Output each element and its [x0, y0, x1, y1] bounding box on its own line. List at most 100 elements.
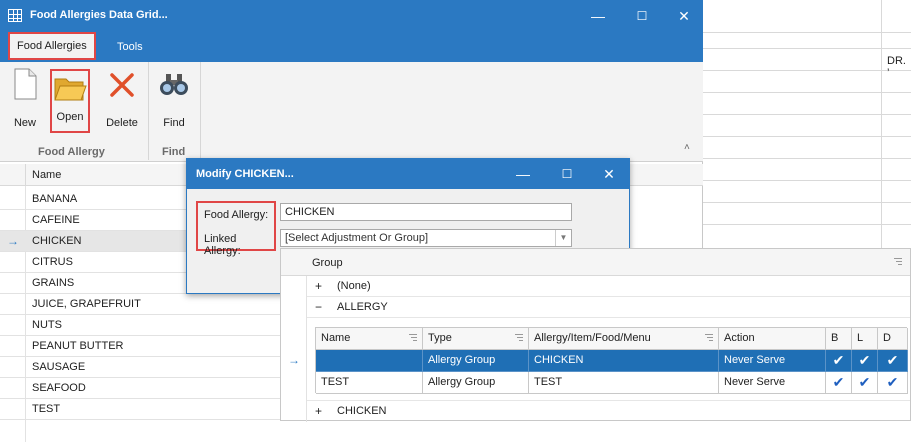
row-indicator-header [0, 164, 26, 186]
expand-icon[interactable]: + [315, 404, 322, 418]
group-row-allergy[interactable]: − ALLERGY [307, 297, 910, 318]
checkbox-d[interactable]: ✔ [878, 372, 908, 394]
column-header-b[interactable]: B [826, 328, 852, 350]
grid-icon [8, 9, 22, 22]
group-label: CHICKEN [337, 405, 387, 417]
group-label-find: Find [162, 146, 186, 158]
cell-type[interactable]: Allergy Group [423, 372, 529, 394]
row-name: SEAFOOD [32, 382, 86, 394]
checkbox-b[interactable]: ✔ [826, 350, 852, 372]
find-button[interactable]: Find [156, 68, 192, 130]
food-allergy-label: Food Allergy: [204, 209, 269, 221]
cell-action[interactable]: Never Serve [719, 350, 826, 372]
row-name: BANANA [32, 193, 78, 205]
selected-row-arrow-icon: → [7, 234, 19, 248]
dialog-close-button[interactable]: ✕ [589, 159, 629, 189]
ribbon: New Open Delete Find Food Allergy Find ˄ [0, 62, 703, 162]
background-grid: DR. ’ [703, 0, 911, 248]
ribbon-separator [200, 62, 201, 160]
group-label: (None) [337, 280, 371, 292]
column-header-d[interactable]: D [878, 328, 908, 350]
dialog-title-bar: Modify CHICKEN... — ☐ ✕ [187, 159, 629, 189]
cell-type[interactable]: Allergy Group [423, 350, 529, 372]
row-name: NUTS [32, 319, 62, 331]
cell-item[interactable]: CHICKEN [529, 350, 719, 372]
column-header-l[interactable]: L [852, 328, 878, 350]
sort-icon [515, 334, 523, 342]
new-document-icon [14, 68, 37, 100]
table-row[interactable]: SEAFOOD [0, 378, 280, 399]
group-row-chicken[interactable]: + CHICKEN [307, 400, 910, 421]
cell-item[interactable]: TEST [529, 372, 719, 394]
table-row[interactable]: NUTS [0, 315, 280, 336]
row-name: TEST [32, 403, 61, 415]
group-indicator-column [281, 276, 307, 422]
linked-allergy-label: Linked Allergy: [204, 233, 241, 257]
table-row[interactable]: JUICE, GRAPEFRUIT [0, 294, 280, 315]
collapse-icon[interactable]: − [315, 300, 322, 314]
group-row-none[interactable]: + (None) [307, 276, 910, 297]
table-row[interactable]: PEANUT BUTTER [0, 336, 280, 357]
group-label: ALLERGY [337, 301, 388, 313]
ribbon-tabs: Food Allergies Tools [0, 32, 703, 62]
dialog-labels-highlight: Food Allergy: Linked Allergy: [196, 201, 276, 257]
open-button[interactable]: Open [50, 69, 90, 133]
checkbox-b[interactable]: ✔ [826, 372, 852, 394]
row-name: GRAINS [32, 277, 75, 289]
checkbox-l[interactable]: ✔ [852, 372, 878, 394]
cell-name[interactable] [316, 350, 423, 372]
new-button[interactable]: New [8, 68, 42, 130]
minimize-button[interactable]: — [576, 0, 620, 32]
open-button-label: Open [56, 111, 84, 123]
selected-row-arrow-icon: → [288, 353, 300, 367]
collapse-ribbon-icon[interactable]: ˄ [684, 142, 690, 153]
dialog-title: Modify CHICKEN... [196, 168, 294, 180]
delete-button[interactable]: Delete [102, 68, 142, 130]
table-row[interactable]: TEST [0, 399, 280, 420]
ribbon-separator [148, 62, 149, 160]
maximize-button[interactable]: ☐ [620, 0, 664, 32]
window-title: Food Allergies Data Grid... [30, 9, 168, 21]
dropdown-arrow-icon[interactable]: ▼ [555, 230, 571, 246]
tab-tools[interactable]: Tools [108, 32, 152, 62]
binoculars-icon [160, 74, 188, 95]
detail-table: Name Type Allergy/Item/Food/Menu Action … [315, 327, 908, 394]
cell-name[interactable]: TEST [316, 372, 423, 394]
group-header-label[interactable]: Group [312, 257, 343, 269]
column-header-item[interactable]: Allergy/Item/Food/Menu [529, 328, 719, 350]
group-panel-header: Group [281, 249, 910, 276]
linked-allergy-select[interactable]: [Select Adjustment Or Group] ▼ [280, 229, 572, 247]
linked-allergy-value: [Select Adjustment Or Group] [285, 232, 429, 244]
row-name: CHICKEN [32, 235, 82, 247]
folder-icon [54, 78, 87, 101]
column-header-action[interactable]: Action [719, 328, 826, 350]
delete-button-label: Delete [106, 117, 138, 129]
table-row[interactable]: SAUSAGE [0, 357, 280, 378]
column-header-name[interactable]: Name [32, 169, 61, 181]
sort-icon [705, 334, 713, 342]
row-name: PEANUT BUTTER [32, 340, 124, 352]
title-bar: Food Allergies Data Grid... — ☐ ✕ [0, 0, 703, 32]
new-button-label: New [13, 117, 36, 129]
dialog-maximize-button[interactable]: ☐ [547, 159, 587, 189]
sort-icon[interactable] [894, 258, 902, 266]
checkbox-l[interactable]: ✔ [852, 350, 878, 372]
expand-icon[interactable]: + [315, 279, 322, 293]
close-button[interactable]: ✕ [662, 0, 706, 32]
tab-food-allergies[interactable]: Food Allergies [8, 32, 96, 60]
find-button-label: Find [163, 117, 185, 129]
sort-icon [409, 334, 417, 342]
column-header-type[interactable]: Type [423, 328, 529, 350]
row-name: JUICE, GRAPEFRUIT [32, 298, 141, 310]
group-panel: Group + (None) − ALLERGY Name Type Aller… [280, 248, 911, 422]
row-name: CITRUS [32, 256, 73, 268]
group-label-food-allergy: Food Allergy [38, 146, 105, 158]
checkbox-d[interactable]: ✔ [878, 350, 908, 372]
dialog-minimize-button[interactable]: — [503, 159, 543, 189]
background-cell: DR. ’ [887, 55, 906, 79]
cell-action[interactable]: Never Serve [719, 372, 826, 394]
column-header-name[interactable]: Name [316, 328, 423, 350]
row-name: CAFEINE [32, 214, 80, 226]
food-allergy-field[interactable]: CHICKEN [280, 203, 572, 221]
row-name: SAUSAGE [32, 361, 86, 373]
